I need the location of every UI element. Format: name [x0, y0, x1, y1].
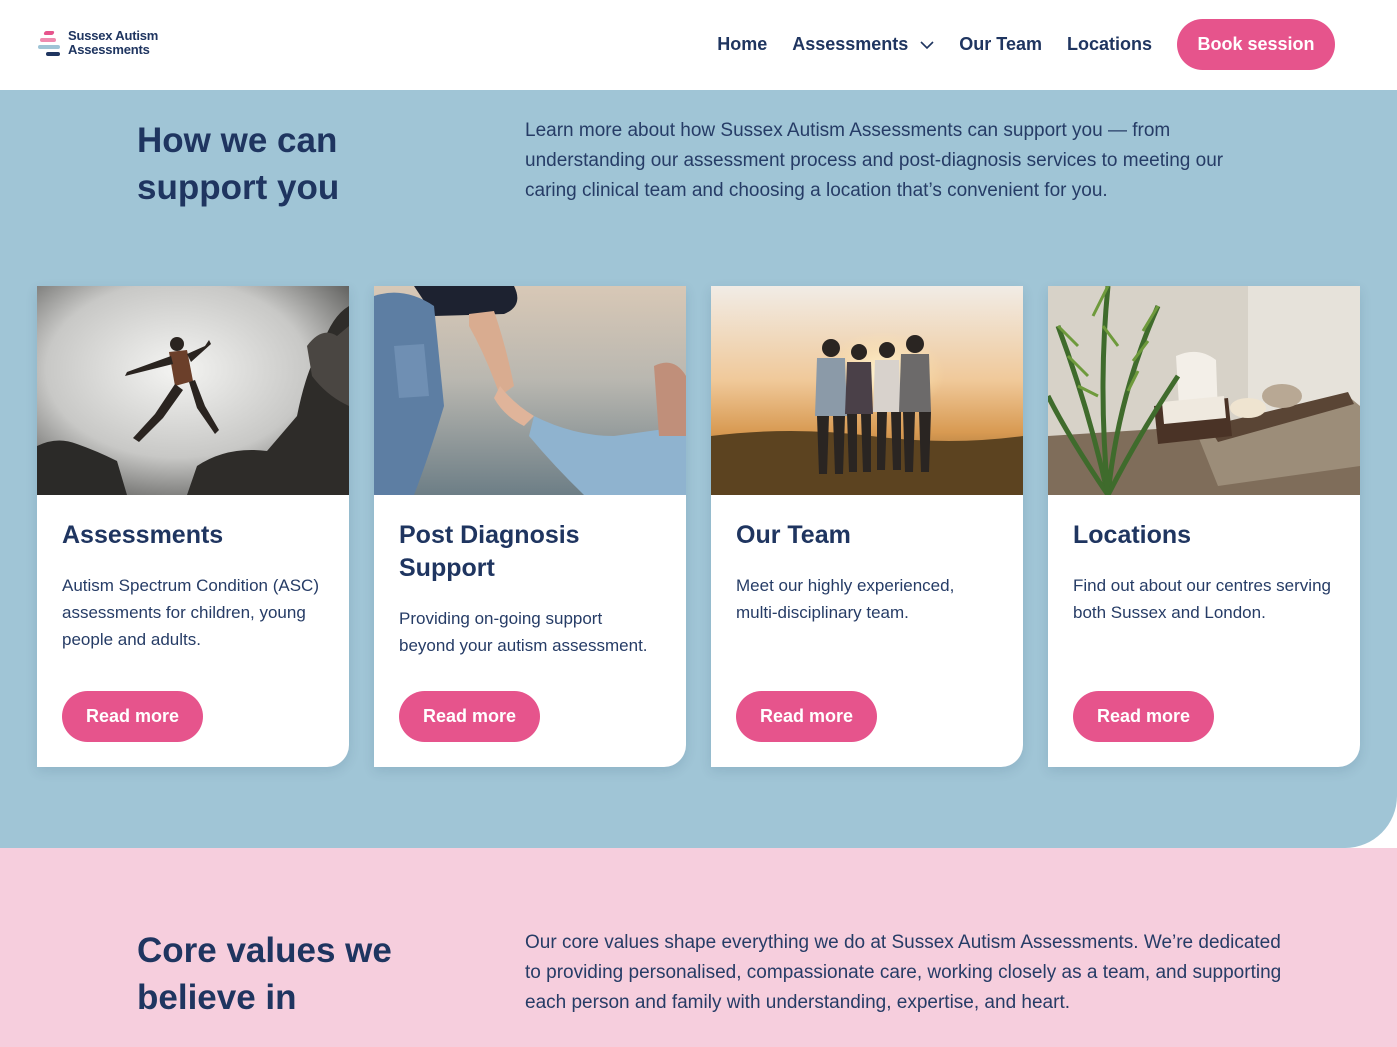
card-desc-post-diagnosis: Providing on-going support beyond your a… — [399, 609, 648, 655]
card-title-post-diagnosis: Post Diagnosis Support — [399, 521, 580, 582]
read-more-our-team-button[interactable]: Read more — [736, 691, 877, 742]
support-title: How we can support you — [137, 121, 340, 207]
logo-icon — [36, 28, 64, 58]
site-header: Sussex Autism Assessments Home Assessmen… — [0, 0, 1397, 90]
person-jumping-photo — [37, 286, 349, 495]
nav-our-team[interactable]: Our Team — [959, 34, 1042, 55]
card-desc-our-team: Meet our highly experienced, multi-disci… — [736, 576, 955, 622]
card-our-team: Our Team Meet our highly experienced, mu… — [711, 286, 1023, 767]
nav-home-label: Home — [717, 34, 768, 54]
card-title-locations: Locations — [1073, 521, 1192, 549]
nav-locations-label: Locations — [1066, 34, 1152, 54]
values-section: Core values we believe in Our core value… — [0, 848, 1397, 1047]
values-title: Core values we believe in — [137, 931, 392, 1017]
nav-assessments-label: Assessments — [792, 34, 909, 54]
support-intro: Learn more about how Sussex Autism Asses… — [525, 120, 1224, 201]
nav-locations[interactable]: Locations — [1067, 34, 1152, 55]
card-desc-assessments: Autism Spectrum Condition (ASC) assessme… — [62, 576, 319, 649]
read-more-locations-button[interactable]: Read more — [1073, 691, 1214, 742]
card-locations: Locations Find out about our centres ser… — [1048, 286, 1360, 767]
nav-home[interactable]: Home — [717, 34, 767, 55]
read-more-assessments-button[interactable]: Read more — [62, 691, 203, 742]
card-image-assessments — [37, 286, 349, 495]
card-image-locations — [1048, 286, 1360, 495]
card-post-diagnosis: Post Diagnosis Support Providing on-goin… — [374, 286, 686, 767]
logo-line-1: Sussex Autism — [68, 28, 159, 43]
nav-our-team-label: Our Team — [959, 34, 1042, 54]
support-section: How we can support you Learn more about … — [0, 90, 1397, 848]
card-title-assessments: Assessments — [62, 521, 224, 549]
site-logo[interactable]: Sussex Autism Assessments — [36, 28, 158, 58]
clinic-room-photo — [1048, 286, 1360, 495]
book-session-button[interactable]: Book session — [1177, 19, 1335, 70]
card-desc-locations: Find out about our centres serving both … — [1073, 576, 1331, 622]
nav-assessments[interactable]: Assessments — [792, 34, 934, 55]
read-more-post-diagnosis-button[interactable]: Read more — [399, 691, 540, 742]
holding-hands-photo — [374, 286, 686, 495]
card-title-our-team: Our Team — [736, 521, 851, 549]
values-intro: Our core values shape everything we do a… — [525, 932, 1282, 1013]
card-assessments: Assessments Autism Spectrum Condition (A… — [37, 286, 349, 767]
logo-line-2: Assessments — [68, 42, 150, 57]
logo-text: Sussex Autism Assessments — [68, 29, 158, 57]
card-image-our-team — [711, 286, 1023, 495]
group-at-sunset-photo — [711, 286, 1023, 495]
card-image-post-diagnosis — [374, 286, 686, 495]
chevron-down-icon — [920, 40, 934, 49]
main-nav: Home Assessments Our Team Locations Book… — [717, 19, 1335, 70]
